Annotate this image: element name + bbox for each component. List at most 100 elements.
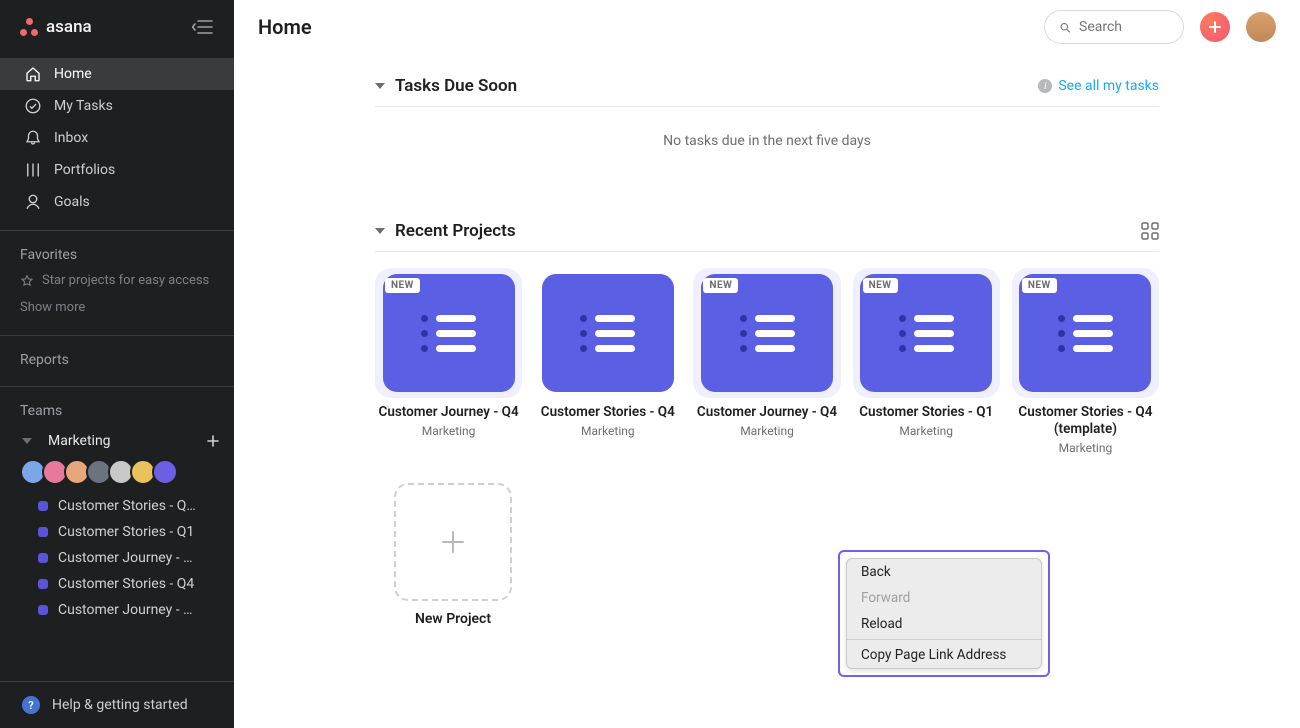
caret-down-icon[interactable] bbox=[375, 228, 385, 234]
project-card-team: Marketing bbox=[853, 424, 1000, 438]
sidebar-project-item[interactable]: Customer Journey - … bbox=[0, 545, 234, 571]
favorites-hint: Star projects for easy access bbox=[0, 269, 234, 296]
context-menu-item[interactable]: Reload bbox=[847, 611, 1041, 637]
tasks-due-section: Tasks Due Soon i See all my tasks No tas… bbox=[375, 66, 1159, 175]
list-icon bbox=[899, 315, 954, 352]
project-card[interactable]: Customer Stories - Q4 Marketing bbox=[534, 268, 681, 455]
sidebar-item-home[interactable]: Home bbox=[0, 58, 234, 90]
brand-logo[interactable]: asana bbox=[20, 17, 92, 37]
project-tile bbox=[542, 274, 674, 392]
menu-collapse-icon bbox=[192, 18, 214, 36]
sidebar-item-label: Home bbox=[54, 66, 92, 82]
omnibutton-create[interactable] bbox=[1200, 12, 1230, 42]
my-tasks-icon bbox=[24, 97, 42, 115]
sidebar-item-goals[interactable]: Goals bbox=[0, 186, 234, 218]
project-card[interactable]: NEW Customer Stories - Q4 (template) Marke… bbox=[1012, 268, 1159, 455]
global-search[interactable] bbox=[1044, 10, 1184, 44]
context-menu-item: Forward bbox=[847, 585, 1041, 611]
collapse-sidebar-button[interactable] bbox=[190, 14, 216, 40]
tasks-due-empty: No tasks due in the next five days bbox=[375, 107, 1159, 175]
plus-icon bbox=[206, 434, 220, 448]
sidebar-item-label: Goals bbox=[54, 194, 90, 210]
info-icon: i bbox=[1038, 79, 1052, 93]
team-avatars bbox=[0, 455, 234, 493]
home-icon bbox=[24, 65, 42, 83]
profile-avatar[interactable] bbox=[1246, 12, 1276, 42]
caret-down-icon[interactable] bbox=[375, 83, 385, 89]
project-card[interactable]: NEW Customer Stories - Q1 Marketing bbox=[853, 268, 1000, 455]
context-menu-item[interactable]: Copy Page Link Address bbox=[847, 642, 1041, 668]
search-icon bbox=[1059, 20, 1071, 35]
project-name: Customer Journey - … bbox=[58, 602, 192, 618]
sidebar-item-inbox[interactable]: Inbox bbox=[0, 122, 234, 154]
project-color-dot bbox=[38, 501, 48, 511]
project-color-dot bbox=[38, 605, 48, 615]
project-name: Customer Stories - Q1 bbox=[58, 524, 194, 540]
recent-projects-title: Recent Projects bbox=[395, 221, 516, 241]
content: Tasks Due Soon i See all my tasks No tas… bbox=[234, 54, 1300, 728]
portfolios-icon bbox=[24, 161, 42, 179]
sidebar-project-item[interactable]: Customer Stories - Q… bbox=[0, 493, 234, 519]
layout-toggle[interactable] bbox=[1141, 222, 1159, 240]
project-cards: NEWCustomer Journey - Q4MarketingCustome… bbox=[375, 252, 1159, 455]
new-project-label: New Project bbox=[375, 611, 531, 627]
teams-heading: Teams bbox=[0, 387, 234, 425]
sidebar-header: asana bbox=[0, 0, 234, 54]
favorites-hint-text: Star projects for easy access bbox=[42, 273, 209, 288]
project-card[interactable]: NEWCustomer Journey - Q4Marketing bbox=[375, 268, 522, 455]
primary-nav: Home My Tasks Inbox Portfolios Goals bbox=[0, 54, 234, 218]
context-menu-item[interactable]: Back bbox=[847, 559, 1041, 585]
new-project-tile bbox=[394, 483, 512, 601]
project-name: Customer Stories - Q… bbox=[58, 498, 196, 514]
project-card-title: Customer Journey - Q4 bbox=[693, 404, 840, 421]
project-name: Customer Stories - Q4 bbox=[58, 576, 194, 592]
project-card-team: Marketing bbox=[534, 424, 681, 438]
sidebar-project-item[interactable]: Customer Journey - … bbox=[0, 597, 234, 623]
list-icon bbox=[421, 315, 476, 352]
project-card-title: Customer Stories - Q1 bbox=[853, 404, 1000, 421]
list-icon bbox=[580, 315, 635, 352]
new-badge: NEW bbox=[863, 278, 898, 293]
new-project-card[interactable]: New Project bbox=[375, 483, 531, 627]
favorites-show-more[interactable]: Show more bbox=[0, 296, 234, 323]
project-card-team: Marketing bbox=[693, 424, 840, 438]
project-card-title: Customer Stories - Q4 (template) bbox=[1012, 404, 1159, 438]
topbar: Home bbox=[234, 0, 1300, 54]
sidebar-project-item[interactable]: Customer Stories - Q1 bbox=[0, 519, 234, 545]
add-to-team-button[interactable] bbox=[206, 434, 220, 448]
see-all-tasks-link[interactable]: i See all my tasks bbox=[1038, 78, 1159, 94]
context-menu-separator bbox=[847, 639, 1041, 640]
project-color-dot bbox=[38, 579, 48, 589]
context-menu-highlight: BackForwardReload Copy Page Link Address bbox=[838, 550, 1050, 677]
avatar[interactable] bbox=[152, 459, 178, 485]
project-color-dot bbox=[38, 553, 48, 563]
help-link[interactable]: ? Help & getting started bbox=[0, 681, 234, 728]
list-icon bbox=[1058, 315, 1113, 352]
sidebar-item-my-tasks[interactable]: My Tasks bbox=[0, 90, 234, 122]
sidebar-item-portfolios[interactable]: Portfolios bbox=[0, 154, 234, 186]
list-icon bbox=[740, 315, 795, 352]
sidebar-item-label: Inbox bbox=[54, 130, 88, 146]
sidebar: asana Home My Tasks Inbox Portfolios Goals F… bbox=[0, 0, 234, 728]
main: Home Tasks Due Soon i See all bbox=[234, 0, 1300, 728]
help-label: Help & getting started bbox=[52, 697, 188, 713]
caret-down-icon bbox=[22, 438, 32, 444]
new-badge: NEW bbox=[1022, 278, 1057, 293]
team-row-marketing[interactable]: Marketing bbox=[0, 425, 234, 455]
favorites-heading: Favorites bbox=[0, 231, 234, 269]
project-card-team: Marketing bbox=[1012, 441, 1159, 455]
reports-heading[interactable]: Reports bbox=[0, 336, 234, 374]
brand-name: asana bbox=[46, 17, 92, 37]
project-card-title: Customer Stories - Q4 bbox=[534, 404, 681, 421]
project-card[interactable]: NEWCustomer Journey - Q4Marketing bbox=[693, 268, 840, 455]
project-name: Customer Journey - … bbox=[58, 550, 192, 566]
project-card-title: Customer Journey - Q4 bbox=[375, 404, 522, 421]
see-all-tasks-text: See all my tasks bbox=[1058, 78, 1159, 94]
goals-icon bbox=[24, 193, 42, 211]
project-card-team: Marketing bbox=[375, 424, 522, 438]
sidebar-project-item[interactable]: Customer Stories - Q4 bbox=[0, 571, 234, 597]
search-input[interactable] bbox=[1079, 19, 1169, 35]
sidebar-item-label: Portfolios bbox=[54, 162, 115, 178]
project-color-dot bbox=[38, 527, 48, 537]
team-project-list: Customer Stories - Q… Customer Stories - … bbox=[0, 493, 234, 623]
